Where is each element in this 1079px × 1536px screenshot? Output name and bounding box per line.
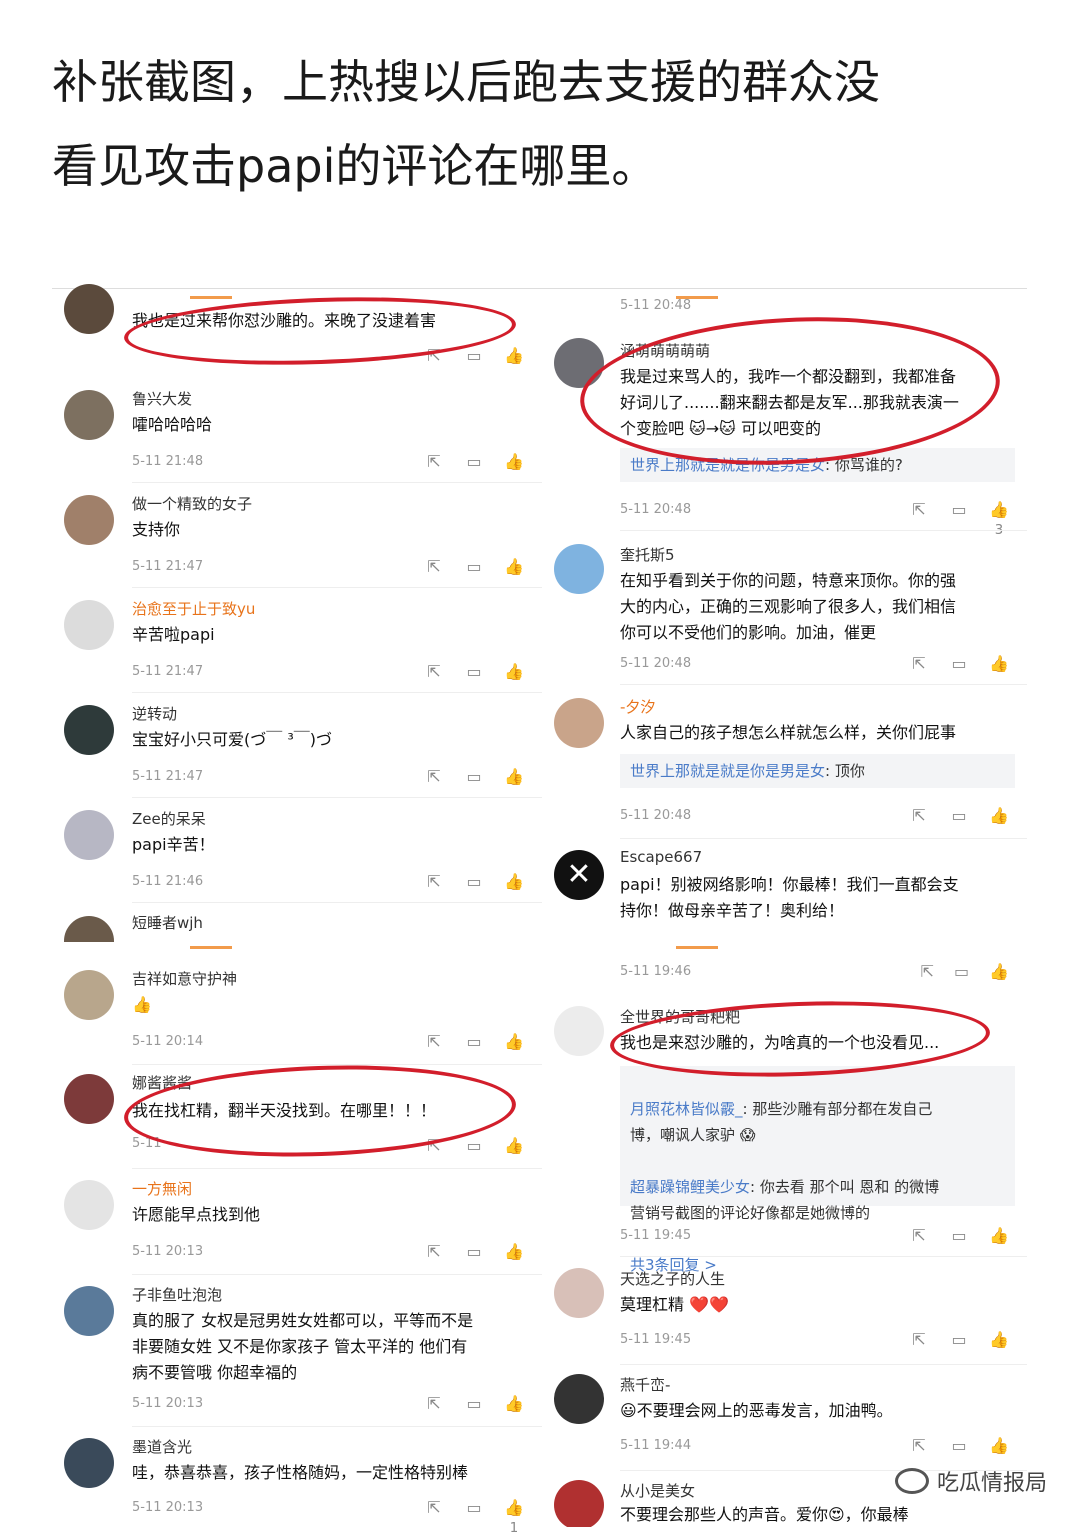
like-icon[interactable]: 👍 bbox=[989, 1226, 1009, 1245]
avatar[interactable] bbox=[554, 1374, 604, 1424]
like-icon[interactable]: 👍 bbox=[989, 962, 1009, 981]
like-icon[interactable]: 👍 bbox=[504, 1136, 524, 1155]
share-icon[interactable]: ⇱ bbox=[909, 500, 929, 519]
like-icon[interactable]: 👍 bbox=[504, 1242, 524, 1261]
share-icon[interactable]: ⇱ bbox=[424, 1032, 444, 1051]
comment-item: 燕千峦- 😃不要理会网上的恶毒发言，加油鸭。 5-11 19:44 ⇱ ▭ 👍 bbox=[550, 1374, 1027, 1474]
share-icon[interactable]: ⇱ bbox=[909, 806, 929, 825]
comment-item: 鲁兴大发 嚯哈哈哈哈 5-11 21:48 ⇱ ▭ 👍 bbox=[52, 384, 542, 484]
title-line-2: 看见攻击papi的评论在哪里。 bbox=[52, 139, 658, 193]
comment-item: 吉祥如意守护神 👍 5-11 20:14 ⇱ ▭ 👍 bbox=[52, 968, 542, 1068]
comment-icon[interactable]: ▭ bbox=[464, 1242, 484, 1261]
avatar[interactable] bbox=[64, 1438, 114, 1488]
avatar[interactable] bbox=[554, 698, 604, 748]
left-comment-panel-bottom: 吉祥如意守护神 👍 5-11 20:14 ⇱ ▭ 👍 娜酱酱酱 我在找杠精，翻半天没… bbox=[52, 946, 542, 1536]
share-icon[interactable]: ⇱ bbox=[424, 1394, 444, 1413]
comment-icon[interactable]: ▭ bbox=[949, 500, 969, 519]
comment-icon[interactable]: ▭ bbox=[949, 1436, 969, 1455]
comment-icon[interactable]: ▭ bbox=[464, 872, 484, 891]
like-icon[interactable]: 👍 bbox=[504, 557, 524, 576]
share-icon[interactable]: ⇱ bbox=[424, 452, 444, 471]
left-comment-panel-top: 我也是过来帮你怼沙雕的。来晚了没逮着害 ⇱ ▭ 👍 鲁兴大发 嚯哈哈哈哈 5-11 … bbox=[52, 284, 542, 942]
avatar[interactable] bbox=[64, 810, 114, 860]
post-title: 补张截图，上热搜以后跑去支援的群众没 看见攻击papi的评论在哪里。 bbox=[52, 40, 1042, 208]
title-line-1: 补张截图，上热搜以后跑去支援的群众没 bbox=[52, 55, 880, 109]
avatar[interactable] bbox=[554, 1006, 604, 1056]
comment-item: 子非鱼吐泡泡 真的服了 女权是冠男姓女姓都可以，平等而不是 非要随女姓 又不是你… bbox=[52, 1284, 542, 1434]
comment-item: ✕ Escape667 papi！别被网络影响！你最棒！我们一直都会支 持你！做… bbox=[550, 848, 1027, 942]
comment-icon[interactable]: ▭ bbox=[464, 1394, 484, 1413]
reply-preview[interactable]: 世界上那就是就是你是男是女: 顶你 bbox=[620, 754, 1015, 788]
comment-icon[interactable]: ▭ bbox=[464, 346, 484, 365]
comment-icon[interactable]: ▭ bbox=[464, 767, 484, 786]
comment-icon[interactable]: ▭ bbox=[464, 452, 484, 471]
share-icon[interactable]: ⇱ bbox=[909, 1436, 929, 1455]
like-icon[interactable]: 👍 bbox=[989, 1436, 1009, 1455]
comment-item: 奎托斯5 在知乎看到关于你的问题，特意来顶你。你的强 大的内心，正确的三观影响了… bbox=[550, 544, 1027, 685]
like-icon[interactable]: 👍1 bbox=[504, 1498, 524, 1536]
reply-thread[interactable]: 月照花林皆似霰_: 那些沙雕有部分都在发自己 博，嘲讽人家驴 😱 超暴躁锦鲤美少… bbox=[620, 1066, 1015, 1274]
share-icon[interactable]: ⇱ bbox=[424, 557, 444, 576]
avatar[interactable] bbox=[64, 390, 114, 440]
comment-icon[interactable]: ▭ bbox=[464, 557, 484, 576]
share-icon[interactable]: ⇱ bbox=[424, 662, 444, 681]
comment-icon[interactable]: ▭ bbox=[949, 1226, 969, 1245]
avatar[interactable] bbox=[64, 705, 114, 755]
share-icon[interactable]: ⇱ bbox=[424, 767, 444, 786]
comment-item: 墨道含光 哇，恭喜恭喜，孩子性格随妈，一定性格特别棒 5-11 20:13 ⇱ ▭… bbox=[52, 1436, 542, 1536]
comment-icon[interactable]: ▭ bbox=[949, 654, 969, 673]
comment-item: Zee的呆呆 papi辛苦！ 5-11 21:46 ⇱ ▭ 👍 bbox=[52, 804, 542, 904]
share-icon[interactable]: ⇱ bbox=[424, 1498, 444, 1517]
comment-icon[interactable]: ▭ bbox=[464, 662, 484, 681]
comment-item: 短睡者wjh bbox=[52, 908, 542, 942]
like-icon[interactable]: 👍 bbox=[504, 1394, 524, 1413]
comment-icon[interactable]: ▭ bbox=[949, 1330, 969, 1349]
share-icon[interactable]: ⇱ bbox=[424, 872, 444, 891]
share-icon[interactable]: ⇱ bbox=[921, 962, 934, 981]
comment-icon[interactable]: ▭ bbox=[949, 806, 969, 825]
like-icon[interactable]: 👍 bbox=[504, 662, 524, 681]
comment-item: 治愈至于止于致yu 辛苦啦papi 5-11 21:47 ⇱ ▭ 👍 bbox=[52, 594, 542, 694]
close-icon: ✕ bbox=[566, 857, 592, 892]
comment-item: -夕汐 人家自己的孩子想怎么样就怎么样，关你们屁事 世界上那就是就是你是男是女:… bbox=[550, 696, 1027, 846]
like-icon[interactable]: 👍 bbox=[989, 806, 1009, 825]
comment-item: 天选之子的人生 莫理杠精 ❤️❤️ 5-11 19:45 ⇱ ▭ 👍 bbox=[550, 1268, 1027, 1368]
avatar[interactable] bbox=[554, 544, 604, 594]
like-icon[interactable]: 👍 bbox=[504, 452, 524, 471]
like-icon[interactable]: 👍 bbox=[504, 1032, 524, 1051]
share-icon[interactable]: ⇱ bbox=[909, 1330, 929, 1349]
like-icon[interactable]: 👍 bbox=[504, 767, 524, 786]
like-icon[interactable]: 👍 bbox=[989, 1330, 1009, 1349]
comment-icon[interactable]: ▭ bbox=[464, 1032, 484, 1051]
like-icon[interactable]: 👍 bbox=[504, 346, 524, 365]
avatar[interactable] bbox=[64, 495, 114, 545]
avatar[interactable] bbox=[64, 1074, 114, 1124]
comment-item: 逆转动 宝宝好小只可爱(づ￣ ³￣)づ 5-11 21:47 ⇱ ▭ 👍 bbox=[52, 699, 542, 799]
comment-item: 一方無闲 许愿能早点找到他 5-11 20:13 ⇱ ▭ 👍 bbox=[52, 1178, 542, 1278]
avatar[interactable] bbox=[554, 1268, 604, 1318]
avatar[interactable] bbox=[64, 970, 114, 1020]
comment-item: 做一个精致的女子 支持你 5-11 21:47 ⇱ ▭ 👍 bbox=[52, 489, 542, 589]
avatar[interactable] bbox=[64, 916, 114, 942]
like-icon[interactable]: 👍 bbox=[504, 872, 524, 891]
like-icon[interactable]: 👍3 bbox=[989, 500, 1009, 538]
wechat-icon bbox=[894, 1468, 929, 1494]
screenshot-top-border bbox=[52, 288, 1027, 289]
share-icon[interactable]: ⇱ bbox=[909, 1226, 929, 1245]
avatar[interactable] bbox=[64, 284, 114, 334]
like-icon[interactable]: 👍 bbox=[989, 654, 1009, 673]
share-icon[interactable]: ⇱ bbox=[909, 654, 929, 673]
avatar[interactable] bbox=[64, 1180, 114, 1230]
share-icon[interactable]: ⇱ bbox=[424, 1242, 444, 1261]
comment-icon[interactable]: ▭ bbox=[464, 1498, 484, 1517]
comment-icon[interactable]: ▭ bbox=[954, 962, 969, 981]
comment-icon[interactable]: ▭ bbox=[464, 1136, 484, 1155]
avatar[interactable] bbox=[554, 1480, 604, 1527]
avatar[interactable] bbox=[64, 1286, 114, 1336]
watermark: 吃瓜情报局 bbox=[894, 1465, 1047, 1497]
avatar[interactable] bbox=[64, 600, 114, 650]
